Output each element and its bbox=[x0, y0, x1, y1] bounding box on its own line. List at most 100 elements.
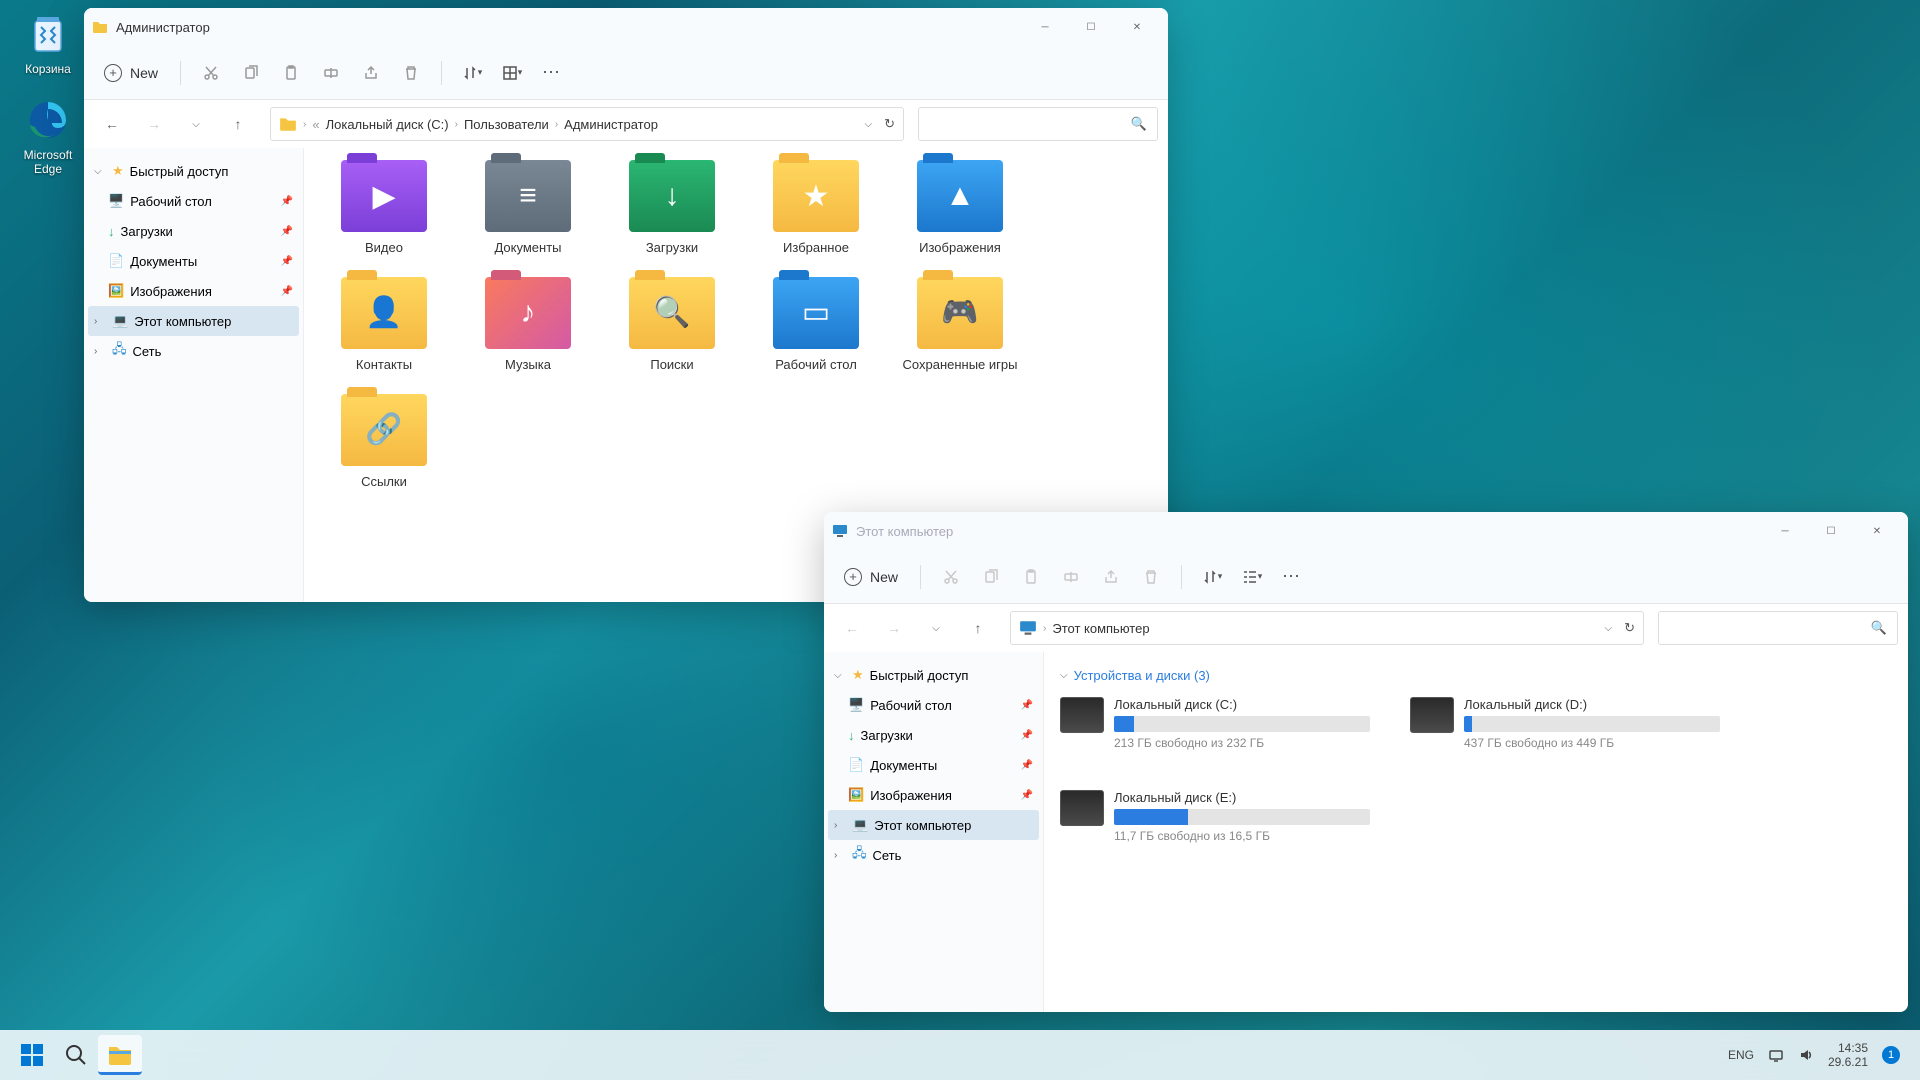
share-button[interactable] bbox=[353, 55, 389, 91]
folder-item[interactable]: ▶Видео bbox=[312, 160, 456, 257]
delete-button[interactable] bbox=[1133, 559, 1169, 595]
desktop-icon-edge[interactable]: Microsoft Edge bbox=[10, 96, 86, 176]
titlebar[interactable]: Этот компьютер ─ ☐ ✕ bbox=[824, 512, 1908, 550]
folder-name: Избранное bbox=[744, 240, 888, 257]
more-button[interactable]: ⋯ bbox=[1274, 559, 1310, 595]
breadcrumb-segment[interactable]: Администратор bbox=[564, 117, 658, 132]
address-bar[interactable]: › « Локальный диск (C:) › Пользователи ›… bbox=[270, 107, 904, 141]
paste-button[interactable] bbox=[273, 55, 309, 91]
folder-item[interactable]: 🔍Поиски bbox=[600, 277, 744, 374]
folder-item[interactable]: ★ Избранное bbox=[744, 160, 888, 257]
folder-item[interactable]: ▭Рабочий стол bbox=[744, 277, 888, 374]
sidebar-quick-access[interactable]: ⌵★Быстрый доступ bbox=[88, 156, 299, 186]
folder-icon: ★ bbox=[773, 160, 859, 232]
language-indicator[interactable]: ENG bbox=[1728, 1048, 1754, 1062]
drive-item[interactable]: Локальный диск (C:)213 ГБ свободно из 23… bbox=[1060, 697, 1370, 750]
recent-dropdown[interactable]: ⌵ bbox=[918, 610, 954, 646]
delete-button[interactable] bbox=[393, 55, 429, 91]
folder-item[interactable]: 🎮Сохраненные игры bbox=[888, 277, 1032, 374]
sidebar-item-downloads[interactable]: ↓Загрузки📌 bbox=[88, 216, 299, 246]
forward-button[interactable]: → bbox=[876, 610, 912, 646]
titlebar[interactable]: Администратор ─ ☐ ✕ bbox=[84, 8, 1168, 46]
folder-icon: ▭ bbox=[773, 277, 859, 349]
copy-button[interactable] bbox=[973, 559, 1009, 595]
cut-button[interactable] bbox=[193, 55, 229, 91]
back-button[interactable]: ← bbox=[94, 106, 130, 142]
sidebar-this-pc[interactable]: ›💻Этот компьютер bbox=[88, 306, 299, 336]
content-area[interactable]: ⌵Устройства и диски (3) Локальный диск (… bbox=[1044, 652, 1908, 1012]
new-button[interactable]: +New bbox=[94, 58, 168, 88]
folder-item[interactable]: 🔗Ссылки bbox=[312, 394, 456, 491]
drive-item[interactable]: Локальный диск (D:)437 ГБ свободно из 44… bbox=[1410, 697, 1720, 750]
breadcrumb-segment[interactable]: Этот компьютер bbox=[1052, 621, 1149, 636]
sidebar-network[interactable]: ›🖧Сеть bbox=[88, 336, 299, 366]
address-dropdown[interactable]: ⌵ bbox=[1605, 623, 1613, 634]
minimize-button[interactable]: ─ bbox=[1022, 12, 1068, 42]
folder-name: Документы bbox=[456, 240, 600, 257]
maximize-button[interactable]: ☐ bbox=[1808, 516, 1854, 546]
sidebar-item-documents[interactable]: 📄Документы📌 bbox=[828, 750, 1039, 780]
breadcrumb-segment[interactable]: Пользователи bbox=[464, 117, 549, 132]
refresh-button[interactable]: ↻ bbox=[884, 116, 895, 132]
sidebar-network[interactable]: ›🖧Сеть bbox=[828, 840, 1039, 870]
view-button[interactable]: ▾ bbox=[1234, 559, 1270, 595]
sidebar-item-desktop[interactable]: 🖥️Рабочий стол📌 bbox=[828, 690, 1039, 720]
sidebar-item-pictures[interactable]: 🖼️Изображения📌 bbox=[88, 276, 299, 306]
sidebar-item-documents[interactable]: 📄Документы📌 bbox=[88, 246, 299, 276]
up-button[interactable]: ↑ bbox=[220, 106, 256, 142]
sidebar-item-pictures[interactable]: 🖼️Изображения📌 bbox=[828, 780, 1039, 810]
download-icon: ↓ bbox=[108, 224, 115, 239]
folder-item[interactable]: ↓Загрузки bbox=[600, 160, 744, 257]
sidebar-this-pc[interactable]: ›💻Этот компьютер bbox=[828, 810, 1039, 840]
paste-button[interactable] bbox=[1013, 559, 1049, 595]
up-button[interactable]: ↑ bbox=[960, 610, 996, 646]
forward-button[interactable]: → bbox=[136, 106, 172, 142]
sort-button[interactable]: ▾ bbox=[1194, 559, 1230, 595]
refresh-button[interactable]: ↻ bbox=[1624, 620, 1635, 636]
notification-badge[interactable]: 1 bbox=[1882, 1046, 1900, 1064]
sort-button[interactable]: ▾ bbox=[454, 55, 490, 91]
close-button[interactable]: ✕ bbox=[1114, 12, 1160, 42]
explorer-taskbar-button[interactable] bbox=[98, 1035, 142, 1075]
sidebar-item-desktop[interactable]: 🖥️Рабочий стол📌 bbox=[88, 186, 299, 216]
minimize-button[interactable]: ─ bbox=[1762, 516, 1808, 546]
view-button[interactable]: ▾ bbox=[494, 55, 530, 91]
maximize-button[interactable]: ☐ bbox=[1068, 12, 1114, 42]
new-button[interactable]: +New bbox=[834, 562, 908, 592]
sidebar-item-downloads[interactable]: ↓Загрузки📌 bbox=[828, 720, 1039, 750]
drive-item[interactable]: Локальный диск (E:)11,7 ГБ свободно из 1… bbox=[1060, 790, 1370, 843]
breadcrumb-segment[interactable]: Локальный диск (C:) bbox=[326, 117, 449, 132]
nav-row: ← → ⌵ ↑ › « Локальный диск (C:) › Пользо… bbox=[84, 100, 1168, 148]
folder-item[interactable]: ♪Музыка bbox=[456, 277, 600, 374]
clock[interactable]: 14:35 29.6.21 bbox=[1828, 1041, 1868, 1070]
search-button[interactable] bbox=[54, 1035, 98, 1075]
toolbar: +New ▾ ▾ ⋯ bbox=[824, 550, 1908, 604]
desktop-icon: 🖥️ bbox=[108, 193, 124, 209]
sidebar-quick-access[interactable]: ⌵★Быстрый доступ bbox=[828, 660, 1039, 690]
close-button[interactable]: ✕ bbox=[1854, 516, 1900, 546]
address-dropdown[interactable]: ⌵ bbox=[865, 119, 873, 130]
pc-icon: 💻 bbox=[112, 313, 128, 329]
more-button[interactable]: ⋯ bbox=[534, 55, 570, 91]
folder-item[interactable]: ▲Изображения bbox=[888, 160, 1032, 257]
section-header[interactable]: ⌵Устройства и диски (3) bbox=[1052, 664, 1900, 687]
rename-button[interactable] bbox=[313, 55, 349, 91]
document-icon: 📄 bbox=[108, 253, 124, 269]
network-icon: 🖧 bbox=[112, 340, 127, 362]
recent-dropdown[interactable]: ⌵ bbox=[178, 106, 214, 142]
folder-item[interactable]: 👤Контакты bbox=[312, 277, 456, 374]
search-input[interactable]: 🔍 bbox=[1658, 611, 1898, 645]
rename-button[interactable] bbox=[1053, 559, 1089, 595]
volume-icon[interactable] bbox=[1798, 1047, 1814, 1063]
desktop-icon-recycle-bin[interactable]: Корзина bbox=[10, 10, 86, 76]
folder-icon: 🔍 bbox=[629, 277, 715, 349]
share-button[interactable] bbox=[1093, 559, 1129, 595]
copy-button[interactable] bbox=[233, 55, 269, 91]
network-icon[interactable] bbox=[1768, 1047, 1784, 1063]
address-bar[interactable]: › Этот компьютер ⌵ ↻ bbox=[1010, 611, 1644, 645]
start-button[interactable] bbox=[10, 1035, 54, 1075]
folder-item[interactable]: ≡Документы bbox=[456, 160, 600, 257]
search-input[interactable]: 🔍 bbox=[918, 107, 1158, 141]
cut-button[interactable] bbox=[933, 559, 969, 595]
back-button[interactable]: ← bbox=[834, 610, 870, 646]
